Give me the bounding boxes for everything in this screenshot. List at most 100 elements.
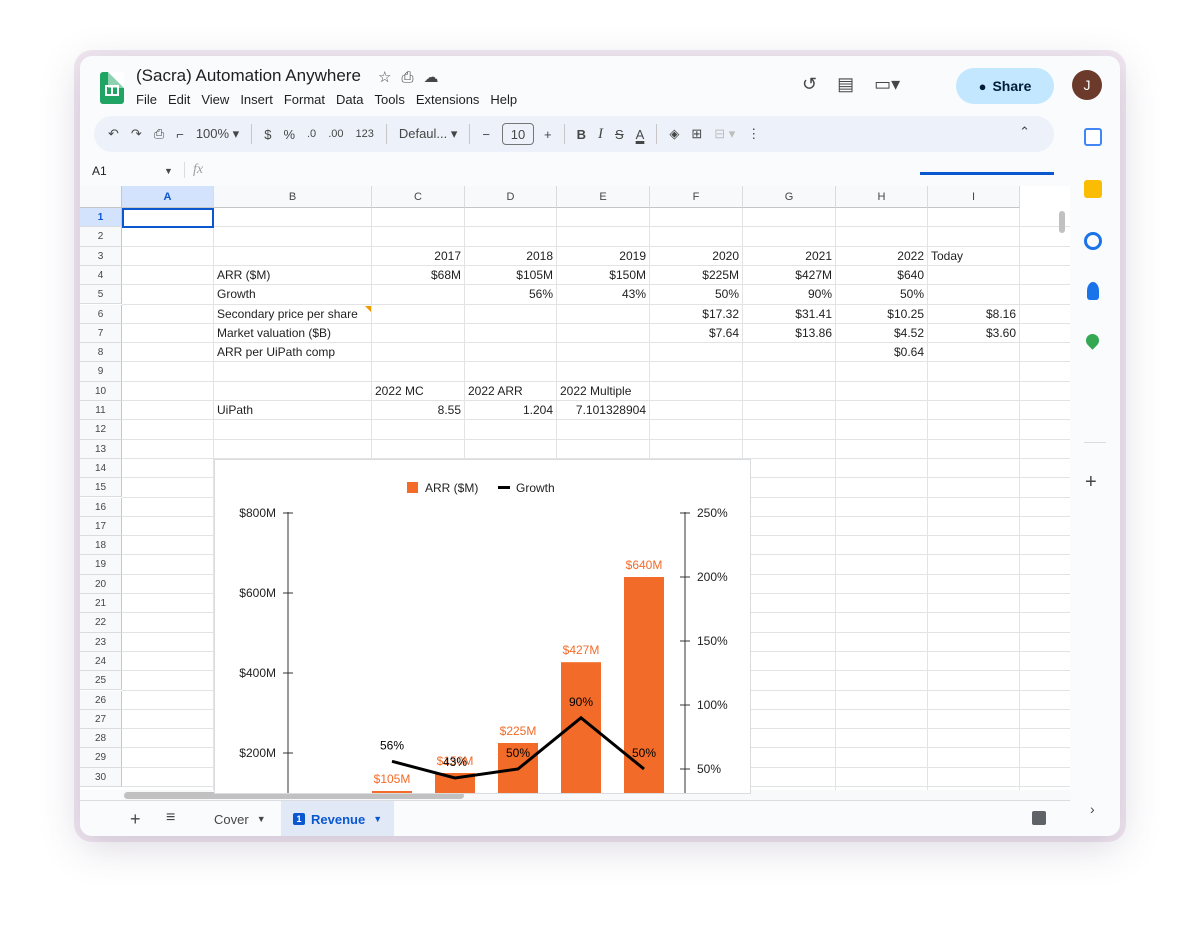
- menu-edit[interactable]: Edit: [168, 92, 190, 107]
- paint-format-icon[interactable]: ⌐: [176, 127, 184, 142]
- row-header-22[interactable]: 22: [80, 613, 122, 633]
- arr-value[interactable]: $105M: [465, 266, 553, 285]
- row-label[interactable]: Growth: [217, 285, 256, 304]
- row-header-28[interactable]: 28: [80, 729, 122, 749]
- text-color-button[interactable]: A: [636, 127, 645, 142]
- row-label[interactable]: ARR per UiPath comp: [217, 343, 335, 362]
- row-label[interactable]: ARR ($M): [217, 266, 270, 285]
- merge-cells-icon[interactable]: ⊟ ▾: [714, 126, 735, 142]
- tab-cover[interactable]: Cover ▼: [202, 801, 278, 836]
- column-header-b[interactable]: B: [214, 186, 372, 208]
- arr-value[interactable]: $640: [836, 266, 924, 285]
- row-header-4[interactable]: 4: [80, 265, 122, 286]
- column-header-h[interactable]: H: [836, 186, 928, 208]
- column-header-c[interactable]: C: [372, 186, 465, 208]
- year-header[interactable]: 2020: [650, 247, 739, 266]
- growth-value[interactable]: 90%: [743, 285, 832, 304]
- menu-file[interactable]: File: [136, 92, 157, 107]
- combo-chart[interactable]: ARR ($M) Growth $200M $400M $600M $800M 50% 100…: [214, 459, 751, 794]
- row-header-20[interactable]: 20: [80, 574, 122, 594]
- row-header-5[interactable]: 5: [80, 285, 122, 305]
- zoom-select[interactable]: 100% ▾: [196, 126, 239, 142]
- menu-view[interactable]: View: [201, 92, 229, 107]
- menu-insert[interactable]: Insert: [240, 92, 273, 107]
- column-header-i[interactable]: I: [928, 186, 1020, 208]
- italic-button[interactable]: I: [598, 126, 603, 143]
- row-header-17[interactable]: 17: [80, 516, 122, 537]
- growth-value[interactable]: 50%: [650, 285, 739, 304]
- row-header-27[interactable]: 27: [80, 709, 122, 730]
- secondary-price-value[interactable]: $17.32: [650, 305, 739, 324]
- uipath-value[interactable]: 1.204: [465, 401, 553, 420]
- collapse-menus-icon[interactable]: ⌃: [1019, 124, 1030, 140]
- year-header[interactable]: 2017: [372, 247, 461, 266]
- redo-icon[interactable]: ↷: [131, 126, 142, 142]
- all-sheets-icon[interactable]: ≡: [166, 809, 175, 827]
- secondary-price-value[interactable]: $31.41: [743, 305, 832, 324]
- column-header-e[interactable]: E: [557, 186, 650, 208]
- row-label[interactable]: Secondary price per share: [217, 305, 358, 324]
- select-all-corner[interactable]: [80, 186, 122, 208]
- row-header-6[interactable]: 6: [80, 304, 122, 324]
- valuation-value[interactable]: $13.86: [743, 324, 832, 343]
- row-header-13[interactable]: 13: [80, 439, 122, 459]
- menu-format[interactable]: Format: [284, 92, 325, 107]
- name-box-dropdown-icon[interactable]: ▼: [164, 166, 173, 176]
- uipath-value[interactable]: 8.55: [372, 401, 461, 420]
- row-header-7[interactable]: 7: [80, 323, 122, 344]
- column-header-g[interactable]: G: [743, 186, 836, 208]
- year-header[interactable]: 2019: [557, 247, 646, 266]
- row-header-24[interactable]: 24: [80, 651, 122, 672]
- maps-icon[interactable]: [1083, 331, 1102, 350]
- menu-extensions[interactable]: Extensions: [416, 92, 480, 107]
- decrease-font-size-button[interactable]: −: [482, 127, 490, 142]
- year-header[interactable]: 2018: [465, 247, 553, 266]
- row-header-12[interactable]: 12: [80, 420, 122, 440]
- year-header[interactable]: 2022: [836, 247, 924, 266]
- arr-value[interactable]: $68M: [372, 266, 461, 285]
- tasks-icon[interactable]: [1084, 232, 1102, 250]
- comp-header[interactable]: 2022 MC: [375, 382, 424, 401]
- row-header-16[interactable]: 16: [80, 497, 122, 517]
- borders-icon[interactable]: ⊞: [691, 126, 702, 142]
- fill-color-icon[interactable]: ◈: [669, 126, 679, 142]
- chevron-down-icon[interactable]: ▼: [373, 814, 382, 824]
- row-label[interactable]: UiPath: [217, 401, 253, 420]
- year-header[interactable]: 2021: [743, 247, 832, 266]
- row-header-25[interactable]: 25: [80, 671, 122, 691]
- cloud-status-icon[interactable]: ☁: [423, 69, 438, 86]
- secondary-price-value[interactable]: $8.16: [928, 305, 1016, 324]
- column-header-f[interactable]: F: [650, 186, 743, 208]
- keep-icon[interactable]: [1084, 180, 1102, 198]
- growth-value[interactable]: 56%: [465, 285, 553, 304]
- increase-font-size-button[interactable]: +: [544, 127, 552, 142]
- menu-data[interactable]: Data: [336, 92, 363, 107]
- print-icon[interactable]: ⎙: [154, 126, 164, 142]
- row-header-30[interactable]: 30: [80, 767, 122, 787]
- menu-tools[interactable]: Tools: [374, 92, 404, 107]
- font-select[interactable]: Defaul... ▾: [399, 126, 458, 142]
- column-header-d[interactable]: D: [465, 186, 557, 208]
- percent-format-button[interactable]: %: [283, 127, 295, 142]
- account-avatar[interactable]: J: [1072, 70, 1102, 100]
- arr-value[interactable]: $150M: [557, 266, 646, 285]
- add-sheet-icon[interactable]: +: [130, 809, 141, 830]
- secondary-price-value[interactable]: $10.25: [836, 305, 924, 324]
- font-size-input[interactable]: 10: [502, 123, 534, 145]
- comp-header[interactable]: 2022 ARR: [468, 382, 523, 401]
- comp-header[interactable]: 2022 Multiple: [560, 382, 631, 401]
- arr-per-uipath-value[interactable]: $0.64: [836, 343, 924, 362]
- valuation-value[interactable]: $7.64: [650, 324, 739, 343]
- row-header-3[interactable]: 3: [80, 246, 122, 266]
- share-button[interactable]: ● Share: [956, 68, 1054, 104]
- tab-revenue[interactable]: 1 Revenue ▼: [281, 801, 395, 836]
- more-options-icon[interactable]: ⋮: [747, 126, 760, 142]
- selected-cell-a1[interactable]: [122, 208, 214, 228]
- contacts-icon[interactable]: [1087, 282, 1099, 300]
- move-folder-icon[interactable]: ⎙: [401, 69, 413, 86]
- document-title[interactable]: (Sacra) Automation Anywhere: [136, 66, 361, 86]
- strikethrough-button[interactable]: S: [615, 127, 624, 142]
- chevron-down-icon[interactable]: ▼: [257, 814, 266, 824]
- bold-button[interactable]: B: [577, 127, 586, 142]
- row-header-15[interactable]: 15: [80, 478, 122, 498]
